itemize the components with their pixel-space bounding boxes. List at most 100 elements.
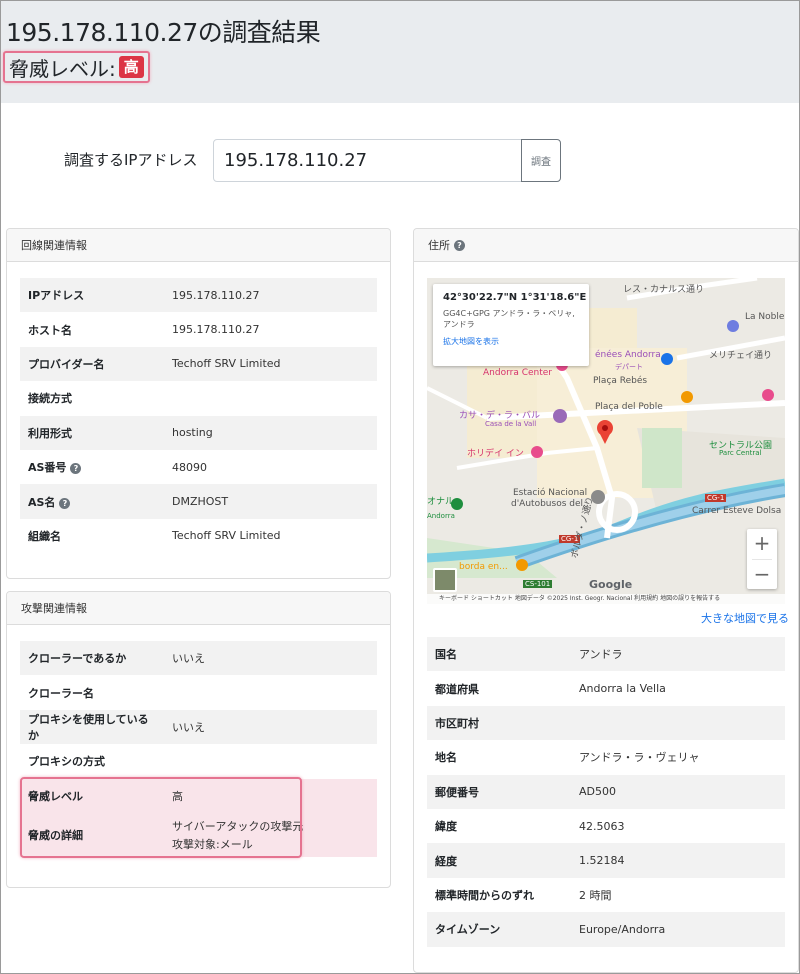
row-value: 高 — [164, 778, 377, 813]
threat-detail-line1: サイバーアタックの攻撃元 — [172, 819, 304, 833]
row-key: 都道府県 — [427, 671, 571, 706]
row-key: 緯度 — [427, 808, 571, 844]
table-row: 組織名 Techoff SRV Limited — [20, 518, 377, 554]
row-key: 利用形式 — [20, 415, 164, 450]
row-value: サイバーアタックの攻撃元 攻撃対象:メール — [164, 812, 377, 857]
map-label: La Noble — [745, 312, 785, 322]
row-value: Techoff SRV Limited — [164, 346, 377, 382]
address-title: 住所 — [428, 239, 450, 252]
table-row: タイムゾーン Europe/Andorra — [427, 912, 785, 947]
attack-info-title: 攻撃関連情報 — [21, 602, 87, 615]
table-row: 郵便番号 AD500 — [427, 774, 785, 809]
attack-info-header: 攻撃関連情報 — [7, 592, 390, 625]
table-row: 緯度 42.5063 — [427, 808, 785, 844]
zoom-out-button[interactable]: − — [747, 560, 777, 590]
map-label: Parc Central — [719, 449, 762, 457]
ip-search-label: 調査するIPアドレス — [64, 151, 198, 169]
map-info-window: 42°30'22.7"N 1°31'18.6"E GG4C+GPG アンドラ・ラ… — [433, 284, 589, 366]
map-label: énées Andorra — [595, 350, 661, 360]
map-label: CS-101 — [523, 580, 553, 588]
table-row: 脅威の詳細 サイバーアタックの攻撃元 攻撃対象:メール — [20, 812, 377, 857]
row-value — [164, 381, 377, 416]
table-row: 利用形式 hosting — [20, 415, 377, 450]
row-value: Techoff SRV Limited — [164, 518, 377, 554]
table-row: クローラー名 — [20, 675, 377, 710]
map[interactable]: レス・カナルス通り La Noble énées Andorra デパート メリ… — [427, 278, 785, 604]
map-label: Plaça Rebés — [593, 376, 648, 386]
ip-search-input[interactable]: 195.178.110.27 — [213, 139, 522, 182]
big-map-link[interactable]: 大きな地図で見る — [701, 610, 789, 626]
row-key: 経度 — [427, 843, 571, 878]
row-value: 1.52184 — [571, 843, 785, 878]
search-button[interactable]: 調査 — [521, 139, 561, 182]
threat-level-summary: 脅威レベル: 高 — [3, 51, 150, 83]
row-value — [164, 744, 377, 779]
table-row: 国名 アンドラ — [427, 637, 785, 672]
row-value — [164, 675, 377, 710]
map-address: GG4C+GPG アンドラ・ラ・ベリャ, アンドラ — [443, 309, 575, 329]
table-row: AS名? DMZHOST — [20, 484, 377, 519]
row-value: DMZHOST — [164, 484, 377, 519]
row-key: 郵便番号 — [427, 774, 571, 809]
help-icon[interactable]: ? — [59, 497, 71, 509]
address-header: 住所? — [414, 229, 798, 262]
row-key: IPアドレス — [20, 278, 164, 313]
row-value: 195.178.110.27 — [164, 312, 377, 347]
row-key: 地名 — [427, 740, 571, 775]
map-label: オナル — [427, 497, 455, 507]
row-value: Europe/Andorra — [571, 912, 785, 947]
threat-level-badge: 高 — [118, 56, 144, 78]
as-number-label: AS番号 — [28, 461, 67, 475]
map-zoom-control: + − — [747, 529, 777, 589]
satellite-toggle[interactable] — [433, 568, 457, 592]
threat-detail-line2: 攻撃対象:メール — [172, 837, 253, 851]
row-value: AD500 — [571, 774, 785, 809]
map-label: Carrer Esteve Dolsa Pu — [692, 506, 785, 516]
map-label: メリチェイ通り — [709, 351, 773, 361]
row-value: 48090 — [164, 449, 377, 485]
table-row: クローラーであるか いいえ — [20, 641, 377, 676]
map-label: Casa de la Vall — [485, 420, 537, 428]
row-key: 接続方式 — [20, 381, 164, 416]
row-value: Andorra la Vella — [571, 671, 785, 706]
row-key: 脅威レベル — [20, 778, 164, 813]
row-key: ホスト名 — [20, 312, 164, 347]
row-key: 脅威の詳細 — [20, 812, 164, 857]
table-row: 標準時間からのずれ 2 時間 — [427, 877, 785, 913]
table-row: プロキシの方式 — [20, 744, 377, 779]
row-value: 195.178.110.27 — [164, 278, 377, 313]
row-key: 市区町村 — [427, 705, 571, 741]
map-coordinates: 42°30'22.7"N 1°31'18.6"E — [443, 292, 587, 303]
line-info-title: 回線関連情報 — [21, 239, 87, 252]
row-key: 標準時間からのずれ — [427, 877, 571, 913]
table-row: 地名 アンドラ・ラ・ヴェリャ — [427, 740, 785, 775]
map-label: CG-1 — [705, 494, 727, 502]
row-value: 42.5063 — [571, 808, 785, 844]
table-row: 接続方式 — [20, 381, 377, 416]
map-label: Andorra — [427, 512, 455, 520]
row-key: クローラーであるか — [20, 641, 164, 676]
map-label: Estació Nacional — [513, 488, 588, 498]
row-key: プロキシの方式 — [20, 744, 164, 779]
table-row: 都道府県 Andorra la Vella — [427, 671, 785, 706]
row-key: 組織名 — [20, 518, 164, 554]
map-label: Andorra Center — [483, 368, 552, 378]
map-label: borda en... — [459, 562, 508, 572]
line-info-header: 回線関連情報 — [7, 229, 390, 262]
table-row: AS番号? 48090 — [20, 449, 377, 485]
row-key: AS番号? — [20, 449, 164, 485]
table-row: 経度 1.52184 — [427, 843, 785, 878]
map-footer: キーボード ショートカット 地図データ ©2025 Inst. Geogr. N… — [427, 594, 785, 604]
row-value: アンドラ・ラ・ヴェリャ — [571, 740, 785, 775]
google-logo: Google — [589, 578, 633, 591]
row-value — [571, 705, 785, 741]
zoom-in-button[interactable]: + — [747, 529, 777, 559]
row-value: いいえ — [164, 709, 377, 745]
help-icon[interactable]: ? — [454, 239, 465, 251]
page-header: 195.178.110.27の調査結果 脅威レベル: 高 — [1, 1, 799, 103]
map-label: デパート — [615, 363, 643, 371]
row-key: AS名? — [20, 484, 164, 519]
help-icon[interactable]: ? — [70, 463, 82, 475]
enlarge-map-link[interactable]: 拡大地図を表示 — [443, 336, 579, 347]
row-value: hosting — [164, 415, 377, 450]
